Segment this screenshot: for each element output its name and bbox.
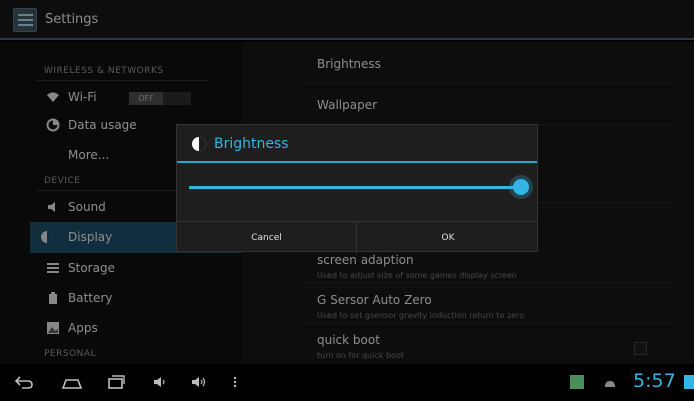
brightness-dialog: Brightness Cancel OK bbox=[176, 124, 538, 254]
dialog-title: Brightness bbox=[214, 136, 289, 152]
dialog-header: Brightness bbox=[177, 125, 537, 163]
slider-thumb[interactable] bbox=[513, 179, 529, 195]
recent-apps-icon[interactable] bbox=[106, 374, 126, 393]
dialog-button-bar: Cancel OK bbox=[177, 221, 538, 254]
volume-up-icon[interactable] bbox=[190, 374, 208, 393]
cancel-button[interactable]: Cancel bbox=[177, 222, 357, 254]
brightness-slider[interactable] bbox=[189, 179, 529, 195]
volume-down-icon[interactable] bbox=[152, 374, 168, 393]
menu-icon[interactable] bbox=[232, 374, 238, 393]
signal-icon bbox=[684, 375, 694, 389]
android-notification-icon[interactable] bbox=[603, 375, 617, 389]
slider-fill bbox=[189, 186, 521, 189]
home-icon[interactable] bbox=[60, 374, 84, 393]
system-nav-bar: 5:57 bbox=[0, 364, 694, 401]
brightness-icon bbox=[192, 137, 206, 151]
store-notification-icon[interactable] bbox=[570, 375, 584, 389]
status-clock: 5:57 bbox=[633, 370, 676, 392]
back-icon[interactable] bbox=[14, 374, 34, 393]
ok-button[interactable]: OK bbox=[358, 222, 538, 254]
